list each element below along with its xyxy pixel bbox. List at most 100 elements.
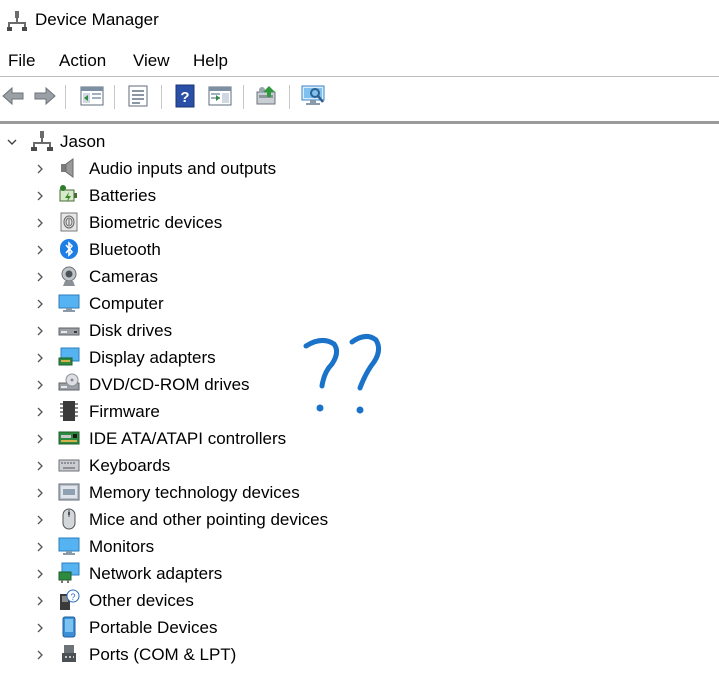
tree-item-label: Ports (COM & LPT): [89, 645, 237, 664]
forward-button[interactable]: [32, 82, 58, 110]
tree-item[interactable]: Keyboards: [0, 452, 719, 479]
camera-icon: [61, 266, 77, 286]
tree-item[interactable]: Mice and other pointing devices: [0, 506, 719, 533]
tree-item-label: Network adapters: [89, 564, 223, 583]
chevron-right-icon[interactable]: [34, 163, 46, 175]
update-driver-button[interactable]: [253, 82, 279, 110]
port-icon: [62, 645, 76, 662]
help-icon: ?: [175, 84, 195, 108]
tree-item[interactable]: Biometric devices: [0, 209, 719, 236]
back-arrow-icon: [2, 86, 24, 106]
portable-device-icon: [62, 616, 76, 638]
svg-text:?: ?: [70, 592, 75, 602]
action-pane-button[interactable]: [207, 82, 233, 110]
svg-text:?: ?: [180, 89, 189, 106]
menu-bar: File Action View Help: [0, 48, 719, 74]
menu-separator: [0, 76, 719, 77]
tree-item[interactable]: Monitors: [0, 533, 719, 560]
chevron-down-icon[interactable]: [6, 136, 18, 148]
tree-item[interactable]: Portable Devices: [0, 614, 719, 641]
keyboard-icon: [58, 459, 80, 472]
chevron-right-icon[interactable]: [34, 352, 46, 364]
device-manager-icon: [7, 11, 27, 31]
tree-item[interactable]: Batteries: [0, 182, 719, 209]
window-title: Device Manager: [35, 10, 159, 29]
mouse-icon: [62, 508, 76, 530]
chevron-right-icon[interactable]: [34, 541, 46, 553]
tree-item-label: DVD/CD-ROM drives: [89, 375, 250, 394]
console-tree-icon: [80, 86, 104, 106]
fingerprint-icon: [60, 212, 78, 232]
chevron-right-icon[interactable]: [34, 271, 46, 283]
tree-item-label: Memory technology devices: [89, 483, 300, 502]
menu-help[interactable]: Help: [193, 51, 228, 71]
tree-item-label: Monitors: [89, 537, 155, 556]
tree-item-label: Batteries: [89, 186, 157, 205]
toolbar-bottom-border: [0, 121, 719, 124]
toolbar: ?: [0, 79, 719, 115]
chevron-right-icon[interactable]: [34, 487, 46, 499]
tree-item-label: Mice and other pointing devices: [89, 510, 329, 529]
chevron-right-icon[interactable]: [34, 622, 46, 634]
chevron-right-icon[interactable]: [34, 514, 46, 526]
chevron-right-icon[interactable]: [34, 298, 46, 310]
battery-icon: [59, 185, 77, 202]
toolbar-separator: [161, 85, 162, 109]
firmware-chip-icon: [60, 401, 78, 421]
tree-item-label: Firmware: [89, 402, 160, 421]
tree-item[interactable]: Bluetooth: [0, 236, 719, 263]
chevron-right-icon[interactable]: [34, 244, 46, 256]
tree-item-label: Computer: [89, 294, 164, 313]
network-adapter-icon: [58, 562, 80, 583]
tree-item[interactable]: IDE ATA/ATAPI controllers: [0, 425, 719, 452]
tree-root-label: Jason: [60, 132, 106, 151]
tree-item-label: Biometric devices: [89, 213, 223, 232]
show-hide-console-tree-button[interactable]: [79, 82, 105, 110]
properties-icon: [128, 85, 148, 107]
tree-item[interactable]: ? Other devices: [0, 587, 719, 614]
forward-arrow-icon: [34, 86, 56, 106]
properties-button[interactable]: [125, 82, 151, 110]
tree-item[interactable]: Computer: [0, 290, 719, 317]
chevron-right-icon[interactable]: [34, 649, 46, 661]
update-driver-icon: [256, 86, 276, 105]
chevron-right-icon[interactable]: [34, 595, 46, 607]
speaker-icon: [61, 158, 74, 178]
tree-item[interactable]: Ports (COM & LPT): [0, 641, 719, 668]
unknown-device-icon: ?: [60, 589, 80, 610]
menu-view[interactable]: View: [133, 51, 170, 71]
monitor-icon: [58, 537, 80, 555]
chevron-right-icon[interactable]: [34, 460, 46, 472]
tree-item[interactable]: Network adapters: [0, 560, 719, 587]
display-adapter-icon: [58, 347, 80, 366]
chevron-right-icon[interactable]: [34, 406, 46, 418]
menu-action[interactable]: Action: [59, 51, 106, 71]
chevron-right-icon[interactable]: [34, 433, 46, 445]
chevron-right-icon[interactable]: [34, 379, 46, 391]
chevron-right-icon[interactable]: [34, 190, 46, 202]
tree-item[interactable]: Memory technology devices: [0, 479, 719, 506]
menu-file[interactable]: File: [8, 51, 35, 71]
chevron-right-icon[interactable]: [34, 325, 46, 337]
title-bar: Device Manager: [0, 0, 719, 42]
tree-item-label: Portable Devices: [89, 618, 218, 637]
dvd-drive-icon: [58, 373, 80, 391]
tree-item-label: Bluetooth: [89, 240, 161, 259]
tree-item[interactable]: Cameras: [0, 263, 719, 290]
scan-hardware-changes-button[interactable]: [301, 82, 327, 110]
back-button[interactable]: [0, 82, 26, 110]
tree-root-node[interactable]: Jason: [0, 128, 719, 155]
help-button[interactable]: ?: [172, 82, 198, 110]
bluetooth-icon: [60, 239, 78, 259]
tree-item-label: Display adapters: [89, 348, 216, 367]
scan-hardware-icon: [301, 85, 325, 105]
memory-device-icon: [58, 483, 80, 501]
chevron-right-icon[interactable]: [34, 568, 46, 580]
toolbar-separator: [114, 85, 115, 109]
tree-item[interactable]: Audio inputs and outputs: [0, 155, 719, 182]
tree-item-label: IDE ATA/ATAPI controllers: [89, 429, 287, 448]
tree-item-label: Disk drives: [89, 321, 173, 340]
chevron-right-icon[interactable]: [34, 217, 46, 229]
question-marks-annotation: [303, 334, 382, 414]
toolbar-separator: [289, 85, 290, 109]
